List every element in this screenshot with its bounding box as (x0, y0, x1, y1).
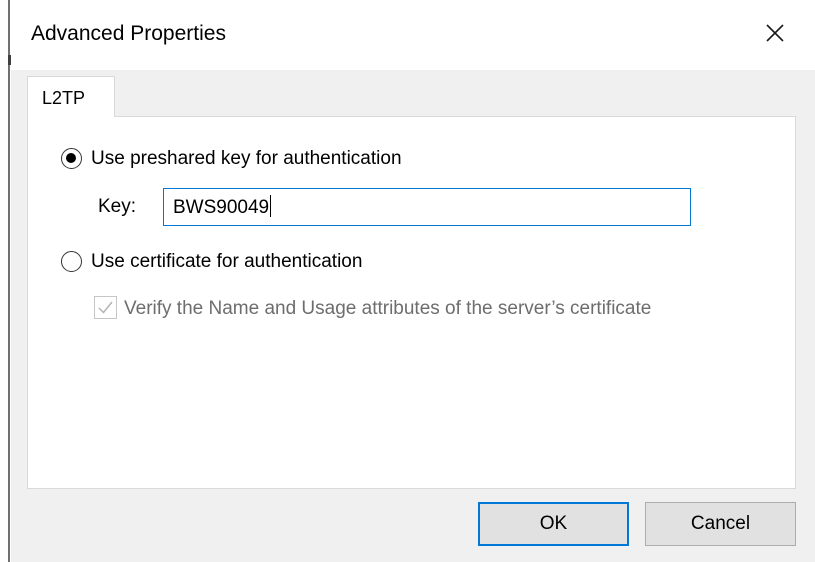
dialog-title: Advanced Properties (31, 22, 226, 45)
key-input-text: BWS90049 (173, 197, 270, 218)
key-field-label: Key: (98, 196, 137, 217)
ok-button[interactable]: OK (478, 502, 629, 546)
key-input-value: BWS90049 (173, 195, 272, 220)
close-icon (766, 24, 784, 42)
advanced-properties-dialog: Advanced Properties L2TP Use preshared k… (0, 0, 815, 562)
verify-certificate-checkbox[interactable] (94, 296, 117, 319)
certificate-radio-label[interactable]: Use certificate for authentication (91, 250, 362, 274)
background-window-edge (0, 0, 11, 562)
preshared-key-radio-label[interactable]: Use preshared key for authentication (91, 147, 402, 171)
verify-certificate-label: Verify the Name and Usage attributes of … (124, 298, 652, 319)
tab-l2tp-label: L2TP (42, 88, 86, 108)
cancel-button[interactable]: Cancel (645, 502, 796, 546)
text-caret (270, 195, 272, 217)
tab-l2tp[interactable]: L2TP (27, 76, 115, 117)
radio-selected-dot (66, 153, 76, 163)
preshared-key-radio[interactable] (61, 148, 82, 169)
key-input[interactable]: BWS90049 (163, 188, 691, 226)
checkmark-icon (98, 301, 113, 314)
background-window-border (8, 0, 10, 562)
title-bar: Advanced Properties (11, 0, 815, 70)
close-button[interactable] (755, 13, 795, 53)
certificate-radio[interactable] (61, 251, 82, 272)
